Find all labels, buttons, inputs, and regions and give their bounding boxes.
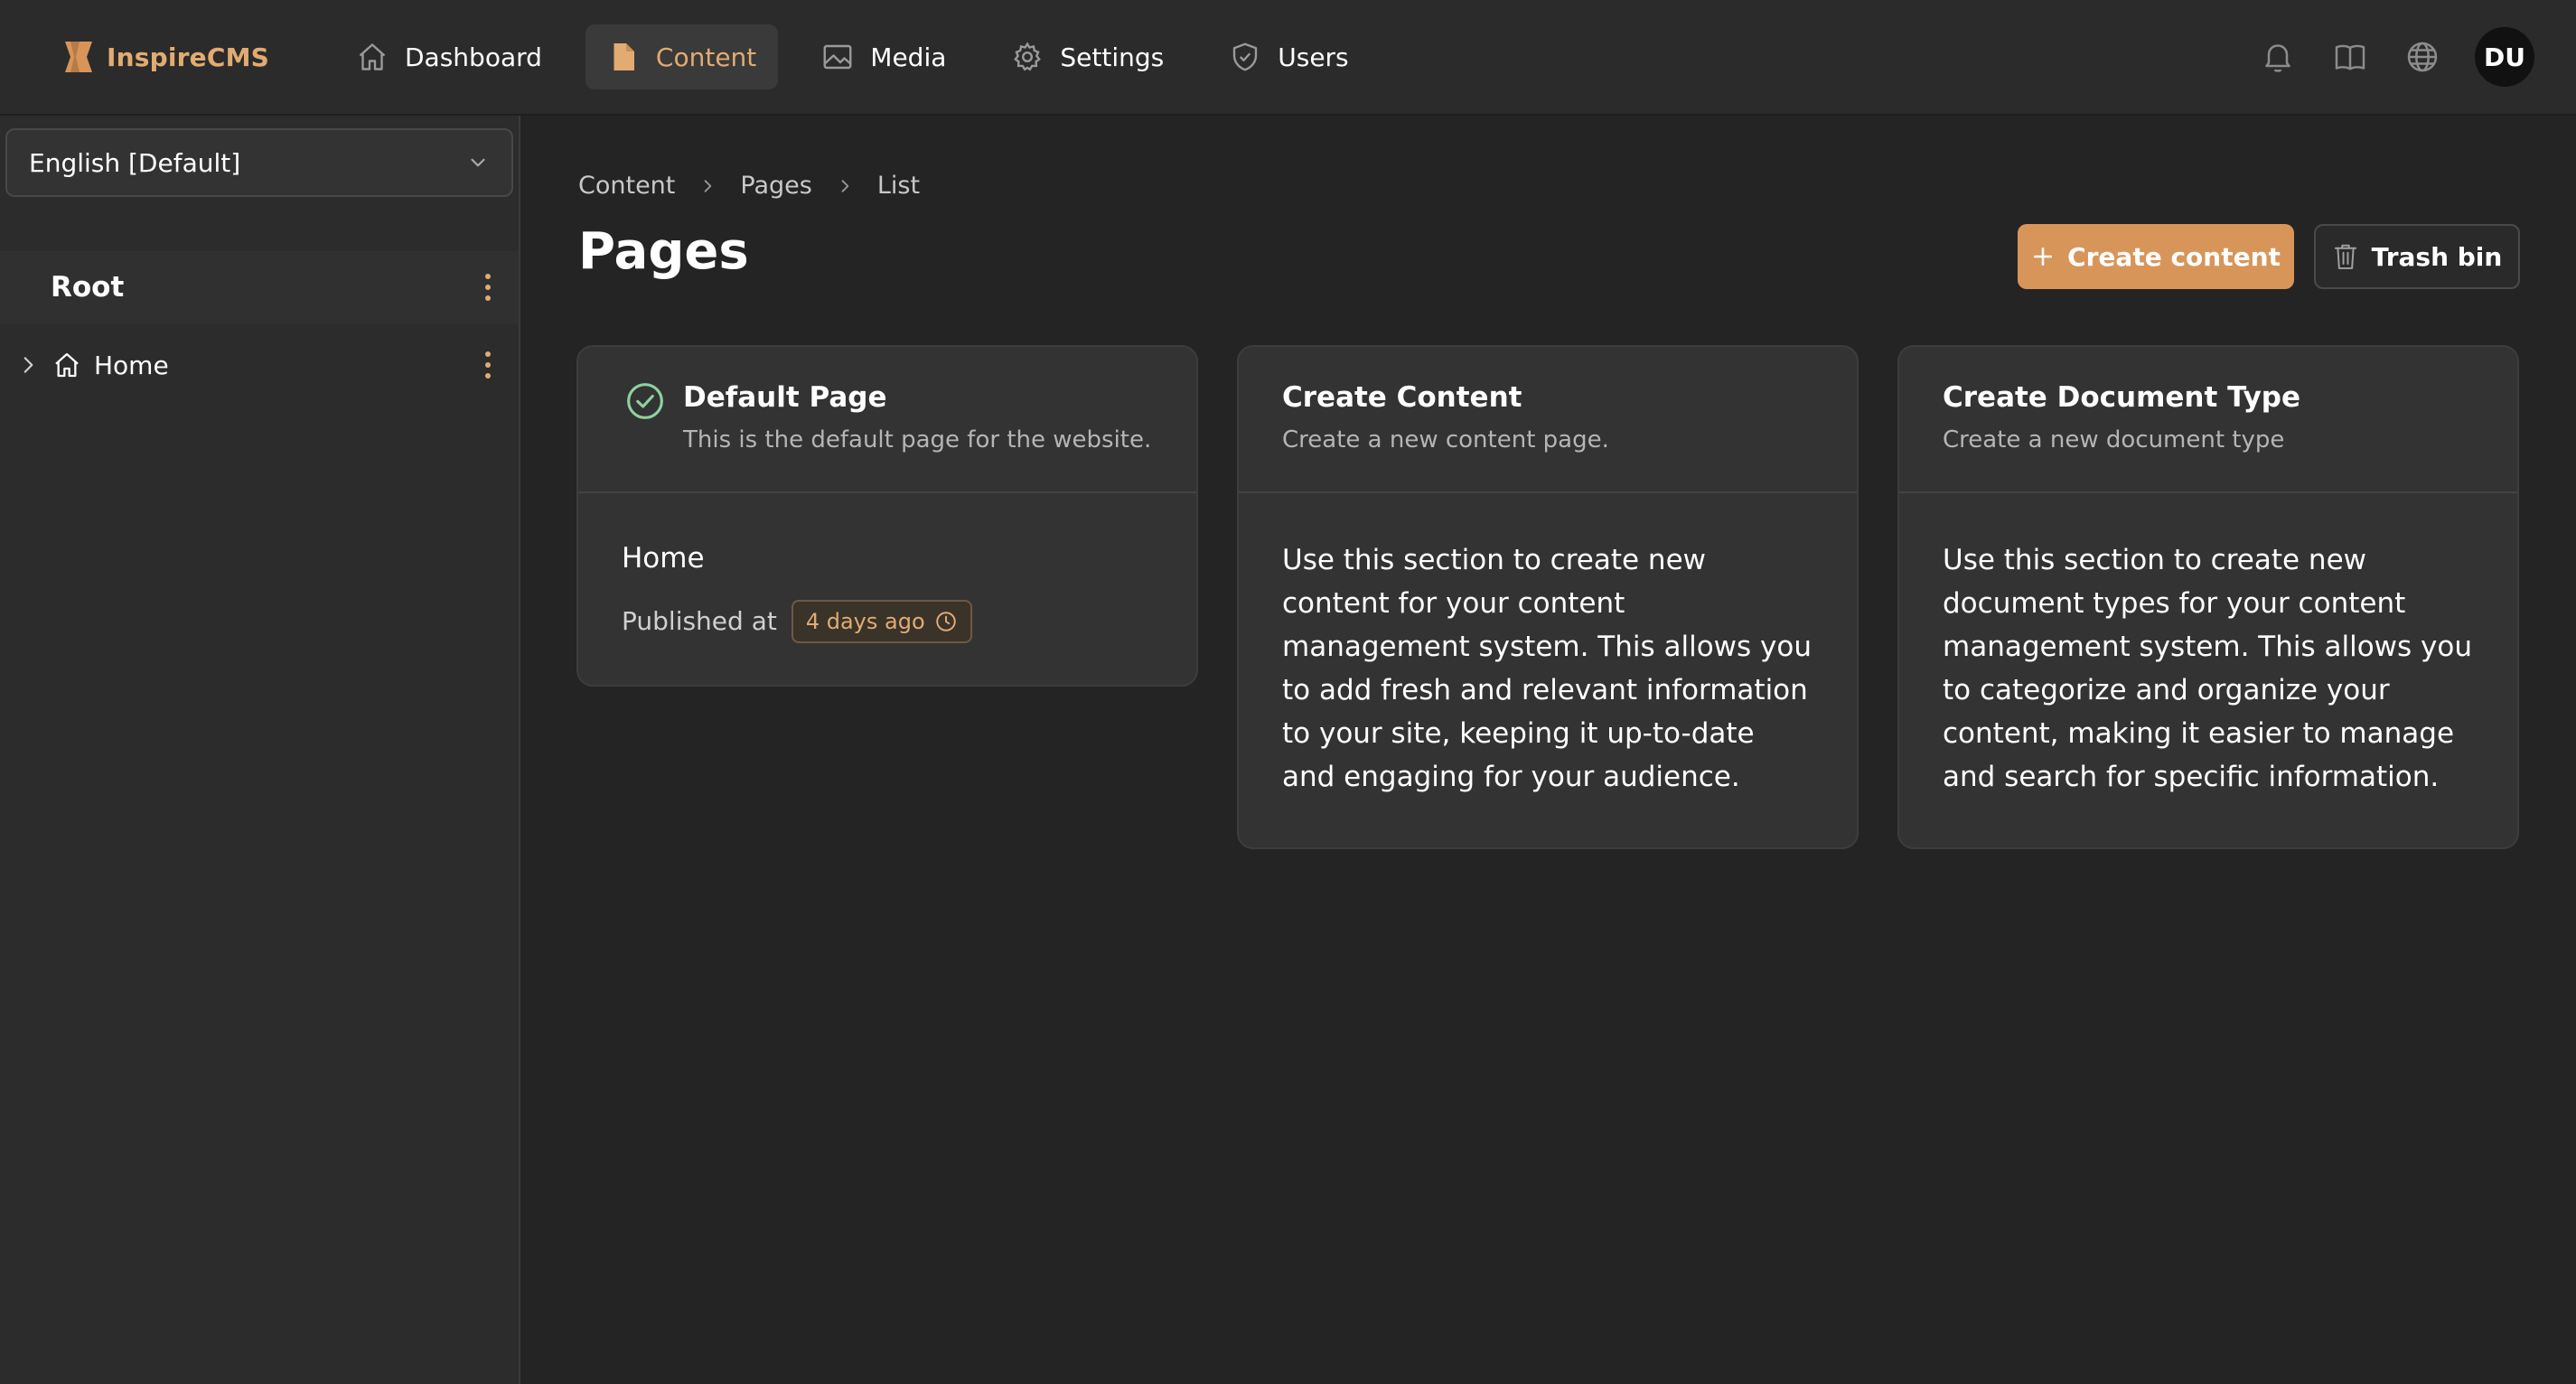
card-body: Use this section to create new content f… — [1282, 544, 1813, 793]
logo-mark-icon — [65, 42, 92, 72]
language-select[interactable]: English [Default] — [5, 128, 513, 197]
gear-icon — [1014, 42, 1042, 71]
trash-icon — [2334, 244, 2356, 269]
app-name: InspireCMS — [107, 42, 270, 72]
nav-label-content: Content — [655, 42, 757, 72]
book-icon — [2335, 44, 2365, 70]
trash-bin-button[interactable]: Trash bin — [2314, 224, 2520, 289]
breadcrumb: Content Pages List — [578, 172, 920, 200]
breadcrumb-item-list: List — [876, 172, 921, 200]
card-header: Default Page This is the default page fo… — [578, 347, 1196, 493]
trash-bin-label: Trash bin — [2371, 241, 2503, 272]
kebab-menu-icon — [485, 274, 491, 301]
home-icon — [55, 352, 79, 378]
root-actions-button[interactable] — [477, 269, 499, 305]
card-title: Default Page — [683, 381, 887, 414]
kebab-menu-icon — [485, 351, 491, 379]
published-row: Published at 4 days ago — [622, 600, 1153, 643]
card-create-document-type[interactable]: Create Document Type Create a new docume… — [1897, 345, 2519, 849]
card-default-page[interactable]: Default Page This is the default page fo… — [576, 345, 1198, 687]
language-select-value: English [Default] — [29, 147, 241, 178]
card-subtitle: Create a new content page. — [1282, 426, 1609, 454]
document-icon — [614, 43, 634, 70]
card-header: Create Document Type Create a new docume… — [1899, 347, 2517, 493]
chevron-down-icon — [471, 158, 485, 167]
breadcrumb-item-pages[interactable]: Pages — [740, 172, 811, 200]
nav-label-settings: Settings — [1060, 42, 1165, 72]
check-circle-icon — [627, 383, 663, 419]
image-icon — [823, 44, 852, 70]
create-content-button[interactable]: Create content — [2018, 224, 2294, 289]
published-time-text: 4 days ago — [805, 609, 925, 634]
nav-label-users: Users — [1278, 42, 1349, 72]
plus-icon — [2034, 248, 2053, 266]
nav-item-content[interactable]: Content — [585, 24, 779, 89]
nav-label-dashboard: Dashboard — [405, 42, 542, 72]
create-content-label: Create content — [2067, 241, 2281, 272]
card-body: Use this section to create new document … — [1943, 544, 2473, 793]
user-avatar[interactable]: DU — [2475, 27, 2534, 87]
tree-node-home[interactable]: Home — [0, 329, 519, 401]
nav-item-users[interactable]: Users — [1207, 24, 1370, 89]
bell-icon — [2265, 44, 2290, 72]
tree-root[interactable]: Root — [0, 251, 519, 323]
documentation-button[interactable] — [2330, 37, 2370, 77]
language-button[interactable] — [2403, 37, 2442, 77]
card-body: Home Published at 4 days ago — [578, 493, 1196, 685]
notifications-button[interactable] — [2258, 37, 2298, 77]
home-icon — [359, 43, 386, 70]
default-page-name[interactable]: Home — [622, 537, 1153, 580]
top-navigation-bar: InspireCMS Dashboard Content Media Setti… — [0, 0, 2576, 116]
card-header: Create Content Create a new content page… — [1239, 347, 1857, 493]
clock-icon — [935, 612, 956, 631]
card-title: Create Document Type — [1943, 381, 2300, 414]
card-create-content[interactable]: Create Content Create a new content page… — [1237, 345, 1859, 849]
published-time-badge: 4 days ago — [791, 600, 972, 643]
main-nav: Dashboard Content Media Settings Users — [334, 24, 1371, 89]
chevron-right-icon[interactable] — [16, 353, 40, 377]
nav-item-media[interactable]: Media — [800, 24, 968, 89]
card-title: Create Content — [1282, 381, 1522, 414]
node-actions-button[interactable] — [477, 347, 499, 383]
shield-check-icon — [1233, 42, 1258, 71]
globe-icon — [2407, 42, 2438, 72]
chevron-right-icon — [704, 179, 712, 192]
app-logo[interactable]: InspireCMS — [61, 40, 269, 74]
page-title: Pages — [578, 222, 749, 281]
tree-root-label: Root — [51, 271, 125, 304]
nav-item-dashboard[interactable]: Dashboard — [334, 24, 564, 89]
content-tree-sidebar: English [Default] Root Home — [0, 116, 520, 1384]
chevron-right-icon — [841, 179, 849, 192]
nav-label-media: Media — [870, 42, 947, 72]
main-content: Content Pages List Pages Create content … — [522, 116, 2576, 1384]
breadcrumb-item-content[interactable]: Content — [578, 172, 675, 200]
nav-item-settings[interactable]: Settings — [989, 24, 1185, 89]
card-subtitle: Create a new document type — [1943, 426, 2285, 454]
published-label: Published at — [622, 606, 777, 636]
card-subtitle: This is the default page for the website… — [683, 426, 1152, 454]
top-actions: DU — [2258, 27, 2534, 87]
tree-node-label: Home — [94, 350, 169, 380]
